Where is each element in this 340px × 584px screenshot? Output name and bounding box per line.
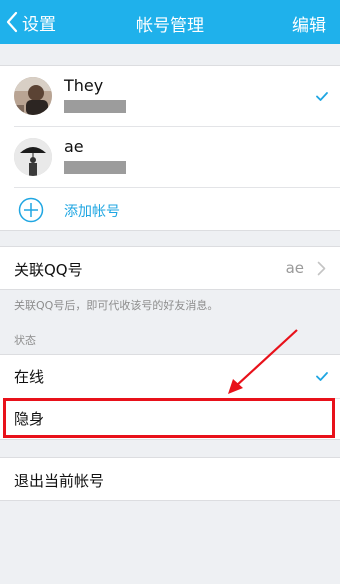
checkmark-icon bbox=[316, 372, 328, 381]
avatar bbox=[14, 77, 52, 115]
linked-qq-label: 关联QQ号 bbox=[14, 261, 83, 279]
navigation-bar: 设置 帐号管理 编辑 bbox=[0, 0, 340, 44]
status-online-label: 在线 bbox=[14, 368, 45, 386]
linked-qq-row[interactable]: 关联QQ号 ae bbox=[0, 246, 340, 290]
status-group: 在线 隐身 bbox=[0, 354, 340, 440]
account-row-they[interactable]: They bbox=[0, 66, 340, 126]
linked-qq-caption: 关联QQ号后，即可代收该号的好友消息。 bbox=[14, 299, 219, 312]
checkmark-icon bbox=[316, 92, 328, 101]
avatar bbox=[14, 138, 52, 176]
account-name: They bbox=[64, 76, 104, 95]
status-invisible-row[interactable]: 隐身 bbox=[0, 399, 340, 439]
account-name: ae bbox=[64, 137, 84, 156]
back-button[interactable]: 设置 bbox=[6, 9, 56, 35]
add-account-button[interactable]: 添加帐号 bbox=[0, 188, 340, 232]
accounts-group: They ae 添加帐号 bbox=[0, 65, 340, 231]
add-account-label: 添加帐号 bbox=[64, 204, 120, 220]
logout-row[interactable]: 退出当前帐号 bbox=[0, 457, 340, 501]
account-id-redacted bbox=[64, 100, 126, 113]
logout-label: 退出当前帐号 bbox=[14, 472, 105, 490]
account-row-ae[interactable]: ae bbox=[0, 127, 340, 187]
status-section-label: 状态 bbox=[14, 334, 36, 347]
status-online-row[interactable]: 在线 bbox=[0, 355, 340, 398]
chevron-right-icon bbox=[317, 261, 326, 276]
linked-qq-value: ae bbox=[285, 259, 304, 277]
back-label: 设置 bbox=[22, 14, 56, 35]
edit-button[interactable]: 编辑 bbox=[292, 11, 326, 36]
status-invisible-label: 隐身 bbox=[14, 410, 45, 428]
chevron-left-icon bbox=[6, 11, 18, 33]
account-id-redacted bbox=[64, 161, 126, 174]
plus-circle-icon bbox=[18, 197, 44, 223]
